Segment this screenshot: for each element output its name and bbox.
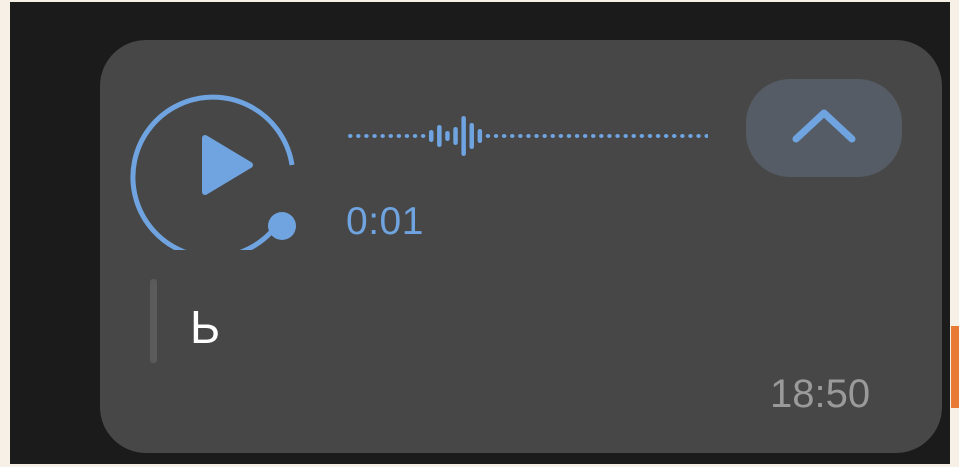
waveform-bar	[663, 134, 669, 138]
waveform-bar	[558, 134, 564, 138]
waveform-bar	[542, 134, 547, 138]
duration-label: 0:01	[346, 200, 424, 243]
waveform-bar	[501, 134, 507, 138]
waveform-bar	[639, 134, 645, 138]
waveform-bar	[412, 134, 418, 138]
waveform-bar	[526, 134, 531, 138]
collapse-button[interactable]	[746, 79, 902, 177]
transcript-quote-bar	[150, 279, 157, 363]
transcript-text: Ь	[190, 301, 221, 353]
waveform-bar	[477, 129, 483, 143]
waveform-bar	[404, 134, 410, 138]
waveform-bar	[631, 134, 636, 138]
waveform-bar	[510, 134, 515, 138]
waveform-bar	[364, 134, 369, 138]
waveform-bar	[453, 127, 458, 145]
waveform-bar	[380, 134, 385, 138]
waveform-bar	[396, 134, 402, 138]
waveform-bar	[461, 116, 466, 156]
waveform-bar	[615, 134, 620, 138]
waveform-bar	[680, 134, 685, 138]
waveform-bar	[437, 125, 442, 147]
edge-accent	[951, 326, 959, 408]
waveform-bar	[623, 134, 628, 138]
play-icon	[130, 94, 296, 250]
waveform-bar	[445, 131, 450, 141]
waveform-bar	[566, 134, 572, 138]
audio-waveform[interactable]	[344, 112, 708, 160]
waveform-bar	[591, 134, 596, 138]
message-timestamp: 18:50	[770, 372, 871, 416]
waveform-bar	[348, 134, 353, 138]
waveform-bar	[420, 134, 426, 138]
waveform-bar	[372, 134, 377, 138]
waveform-bar	[574, 134, 580, 138]
waveform-bar	[655, 134, 661, 138]
waveform-bar	[429, 130, 434, 142]
waveform-bar	[388, 134, 393, 138]
waveform-bar	[704, 134, 708, 138]
waveform-bar	[607, 134, 612, 138]
waveform-bar	[518, 134, 523, 138]
waveform-bar	[647, 134, 653, 138]
waveform-bar	[672, 134, 677, 138]
waveform-bar	[485, 134, 491, 138]
waveform-bar	[582, 134, 588, 138]
progress-dot-icon	[268, 212, 296, 240]
waveform-bar	[688, 134, 693, 138]
waveform-bar	[356, 134, 361, 138]
play-button[interactable]	[130, 80, 314, 250]
waveform-bar	[550, 134, 555, 138]
waveform-bar	[493, 134, 499, 138]
waveform-bar	[696, 134, 701, 138]
chevron-up-icon	[792, 109, 856, 143]
waveform-bar	[469, 123, 474, 149]
waveform-bar	[534, 134, 539, 138]
waveform-bar	[599, 134, 604, 138]
